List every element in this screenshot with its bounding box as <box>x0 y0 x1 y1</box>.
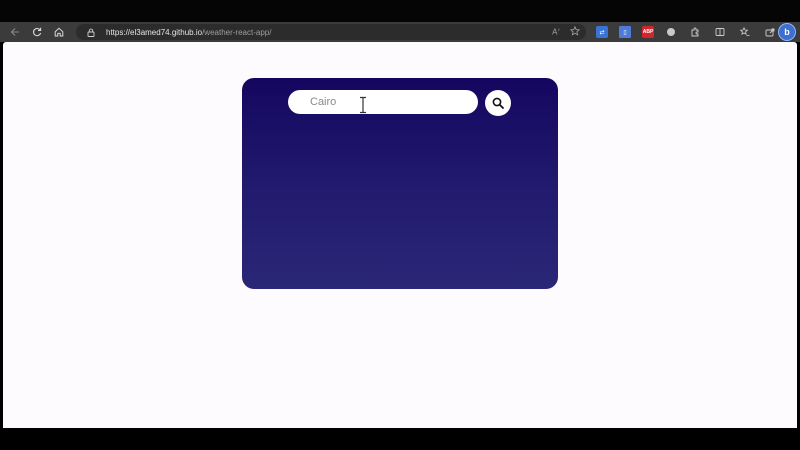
text-cursor-icon <box>360 96 366 114</box>
search-button[interactable] <box>485 90 511 116</box>
page-viewport <box>3 42 797 428</box>
back-button[interactable] <box>4 22 26 42</box>
translate-extension-icon[interactable]: ⇄ <box>596 26 608 38</box>
share-icon[interactable] <box>763 25 777 39</box>
lock-icon <box>84 28 98 37</box>
favorites-icon[interactable] <box>738 25 752 39</box>
browser-toolbar: https://el3amed74.github.io/weather-reac… <box>0 22 800 42</box>
weather-card <box>242 78 558 289</box>
profile-label: b <box>784 27 790 37</box>
extensions-puzzle-icon[interactable] <box>688 25 702 39</box>
home-button[interactable] <box>48 22 70 42</box>
url-text[interactable]: https://el3amed74.github.io/weather-reac… <box>106 28 271 37</box>
home-icon <box>54 27 64 37</box>
circle-extension-icon[interactable] <box>665 26 677 38</box>
bing-copilot-icon[interactable]: b <box>778 23 796 41</box>
read-aloud-icon[interactable]: A♪ <box>552 27 560 37</box>
split-screen-icon[interactable] <box>713 25 727 39</box>
address-bar[interactable]: https://el3amed74.github.io/weather-reac… <box>76 24 586 40</box>
screen-top-border <box>0 0 800 22</box>
adblock-extension-icon[interactable]: ABP <box>642 26 654 38</box>
favorite-star-icon[interactable] <box>569 25 581 38</box>
extension-bar: ⇄ ▯ ABP <box>596 24 777 40</box>
refresh-button[interactable] <box>26 22 48 42</box>
abp-label: ABP <box>642 29 654 35</box>
page-extension-icon[interactable]: ▯ <box>619 26 631 38</box>
refresh-icon <box>32 27 42 37</box>
back-icon <box>10 28 19 36</box>
search-icon <box>492 97 504 109</box>
city-search-input[interactable] <box>288 90 478 114</box>
url-host: https://el3amed74.github.io <box>106 27 203 37</box>
screen-bottom-border <box>0 428 800 450</box>
url-path: /weather-react-app/ <box>202 27 272 37</box>
